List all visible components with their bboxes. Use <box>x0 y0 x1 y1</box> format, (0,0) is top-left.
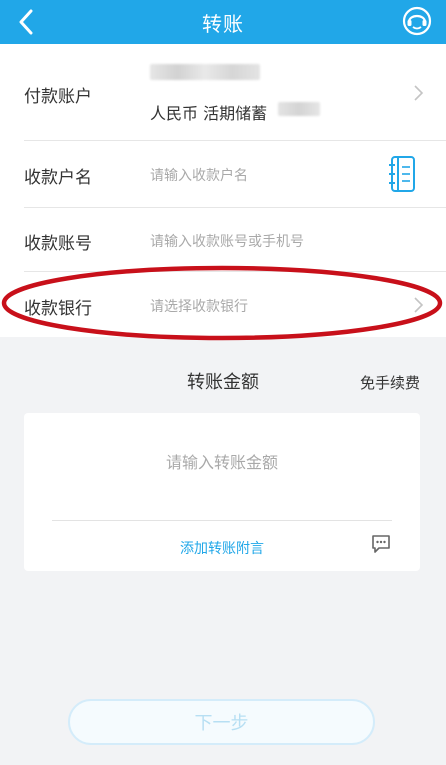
masked-account-number <box>150 64 260 80</box>
top-nav-bar: 转账 <box>0 0 446 44</box>
card-divider <box>52 520 392 521</box>
payee-account-input[interactable]: 请输入收款账号或手机号 <box>150 231 304 251</box>
transfer-form: 付款账户 人民币 活期储蓄 收款户名 请输入收款户名 收款账号 请输入收款账号或… <box>0 44 446 337</box>
payee-name-row: 收款户名 请输入收款户名 <box>0 141 446 208</box>
customer-service-button[interactable] <box>400 4 434 38</box>
message-icon[interactable] <box>370 533 392 555</box>
chevron-right-icon <box>414 297 424 313</box>
payee-bank-label: 收款银行 <box>24 299 92 319</box>
back-chevron-icon <box>19 9 33 35</box>
add-memo-link[interactable]: 添加转账附言 <box>24 538 420 558</box>
next-step-button[interactable]: 下一步 <box>68 699 375 745</box>
payee-account-label: 收款账号 <box>24 234 92 254</box>
back-button[interactable] <box>10 6 42 38</box>
payee-bank-select[interactable]: 请选择收款银行 <box>150 296 248 316</box>
amount-card: 添加转账附言 <box>24 413 420 571</box>
payee-bank-row[interactable]: 收款银行 请选择收款银行 <box>0 272 446 337</box>
amount-input[interactable] <box>24 453 420 472</box>
masked-account-suffix <box>278 102 320 116</box>
payee-name-label: 收款户名 <box>24 168 92 188</box>
payment-account-label: 付款账户 <box>24 87 92 107</box>
payment-account-row[interactable]: 付款账户 人民币 活期储蓄 <box>0 44 446 141</box>
page-title: 转账 <box>202 11 244 36</box>
chevron-right-icon <box>414 85 424 101</box>
customer-service-icon <box>402 6 432 36</box>
contact-book-icon[interactable] <box>388 154 418 194</box>
fee-label: 免手续费 <box>359 374 420 392</box>
payee-name-input[interactable]: 请输入收款户名 <box>150 165 248 185</box>
payee-account-row: 收款账号 请输入收款账号或手机号 <box>0 208 446 272</box>
account-type-text: 人民币 活期储蓄 <box>150 104 268 123</box>
